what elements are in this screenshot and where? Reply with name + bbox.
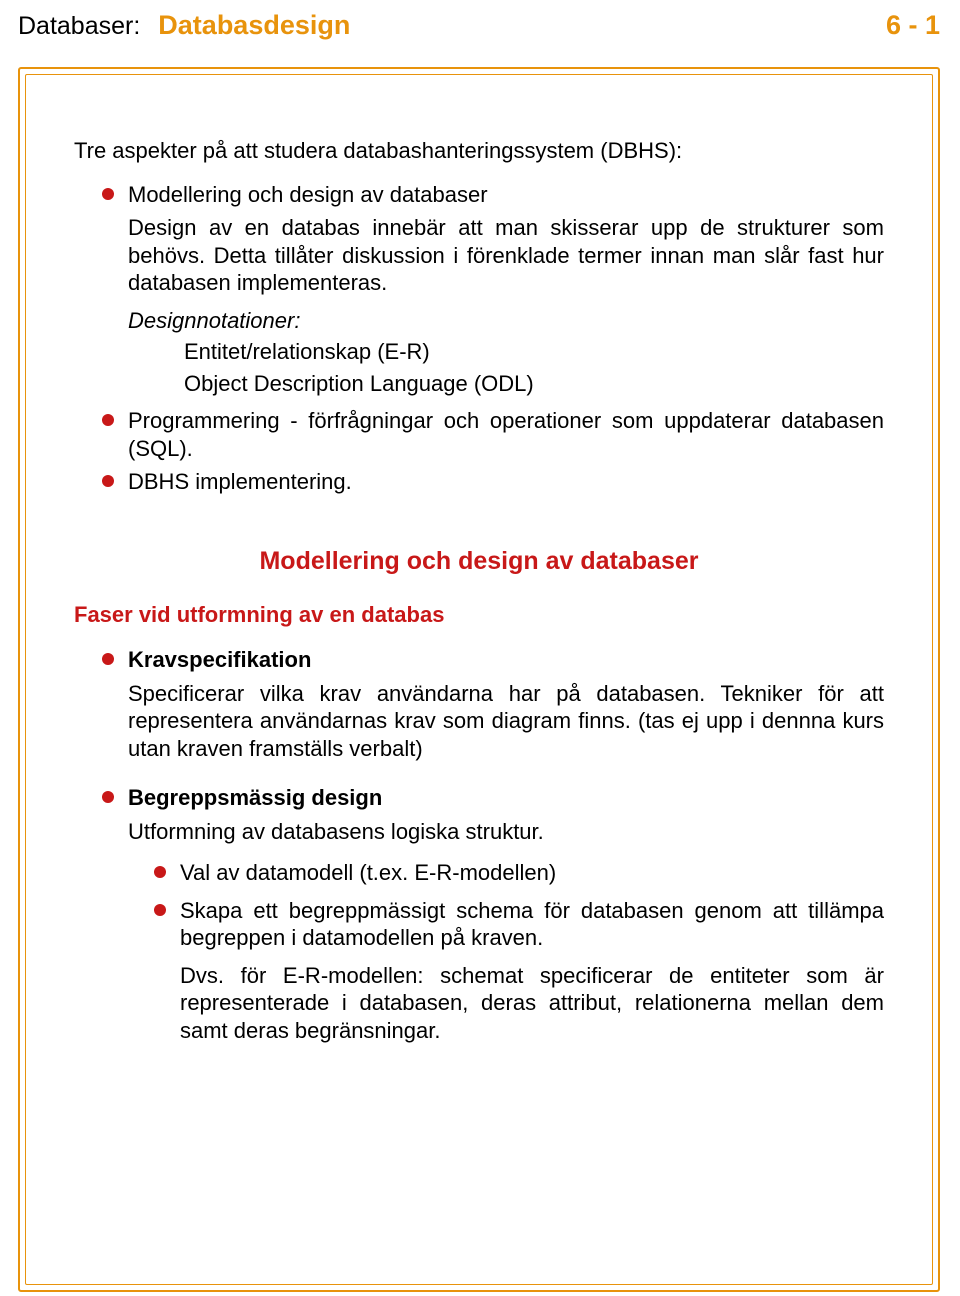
section-heading: Modellering och design av databaser bbox=[74, 546, 884, 577]
content-frame-inner: Tre aspekter på att studera databashante… bbox=[25, 74, 933, 1285]
bullet-icon bbox=[102, 791, 114, 803]
nested-2-content: Skapa ett begreppmässigt schema för data… bbox=[180, 897, 884, 1045]
fas-2-content: Begreppsmässig design Utformning av data… bbox=[128, 784, 884, 1054]
fas-2-body: Utformning av databasens logiska struktu… bbox=[128, 818, 884, 846]
fas-2-nested-list: Val av datamodell (t.ex. E-R-modellen) S… bbox=[154, 859, 884, 1044]
nested-item-1: Val av datamodell (t.ex. E-R-modellen) bbox=[154, 859, 884, 887]
nested-2b-text: Dvs. för E-R-modellen: schemat specifice… bbox=[180, 962, 884, 1045]
intro-text: Tre aspekter på att studera databashante… bbox=[74, 137, 884, 165]
aspect-3-text: DBHS implementering. bbox=[128, 468, 884, 496]
faser-list: Kravspecifikation Specificerar vilka kra… bbox=[102, 646, 884, 1054]
bullet-icon bbox=[102, 653, 114, 665]
bullet-icon bbox=[154, 904, 166, 916]
designnotationer-label: Designnotationer: bbox=[128, 308, 300, 333]
aspect-list: Modellering och design av databaser Desi… bbox=[102, 181, 884, 496]
header-title: Databasdesign bbox=[158, 10, 350, 41]
aspect-item-2: Programmering - förfrågningar och operat… bbox=[102, 407, 884, 462]
header-page-number: 6 - 1 bbox=[886, 10, 940, 41]
notation-2: Object Description Language (ODL) bbox=[184, 370, 884, 398]
faser-heading: Faser vid utformning av en databas bbox=[74, 601, 884, 629]
fas-item-kravspec: Kravspecifikation Specificerar vilka kra… bbox=[102, 646, 884, 762]
fas-2-label: Begreppsmässig design bbox=[128, 784, 884, 812]
nested-1-text: Val av datamodell (t.ex. E-R-modellen) bbox=[180, 859, 884, 887]
aspect-1-para1: Design av en databas innebär att man ski… bbox=[128, 214, 884, 297]
page-header: Databaser: Databasdesign 6 - 1 bbox=[0, 0, 960, 49]
fas-1-label: Kravspecifikation bbox=[128, 646, 884, 674]
bullet-icon bbox=[102, 414, 114, 426]
header-prefix: Databaser: bbox=[18, 12, 140, 41]
content-frame-outer: Tre aspekter på att studera databashante… bbox=[18, 67, 940, 1292]
nested-2-text: Skapa ett begreppmässigt schema för data… bbox=[180, 897, 884, 952]
aspect-1-title: Modellering och design av databaser bbox=[128, 181, 884, 209]
header-left: Databaser: Databasdesign bbox=[18, 10, 350, 41]
fas-item-begreppsmassig: Begreppsmässig design Utformning av data… bbox=[102, 784, 884, 1054]
fas-1-content: Kravspecifikation Specificerar vilka kra… bbox=[128, 646, 884, 762]
nested-item-2: Skapa ett begreppmässigt schema för data… bbox=[154, 897, 884, 1045]
aspect-2-text: Programmering - förfrågningar och operat… bbox=[128, 407, 884, 462]
bullet-icon bbox=[154, 866, 166, 878]
aspect-item-1: Modellering och design av databaser Desi… bbox=[102, 181, 884, 398]
bullet-icon bbox=[102, 188, 114, 200]
notation-1: Entitet/relationskap (E-R) bbox=[184, 338, 884, 366]
fas-1-body: Specificerar vilka krav användarna har p… bbox=[128, 680, 884, 763]
aspect-1-content: Modellering och design av databaser Desi… bbox=[128, 181, 884, 398]
bullet-icon bbox=[102, 475, 114, 487]
aspect-item-3: DBHS implementering. bbox=[102, 468, 884, 496]
